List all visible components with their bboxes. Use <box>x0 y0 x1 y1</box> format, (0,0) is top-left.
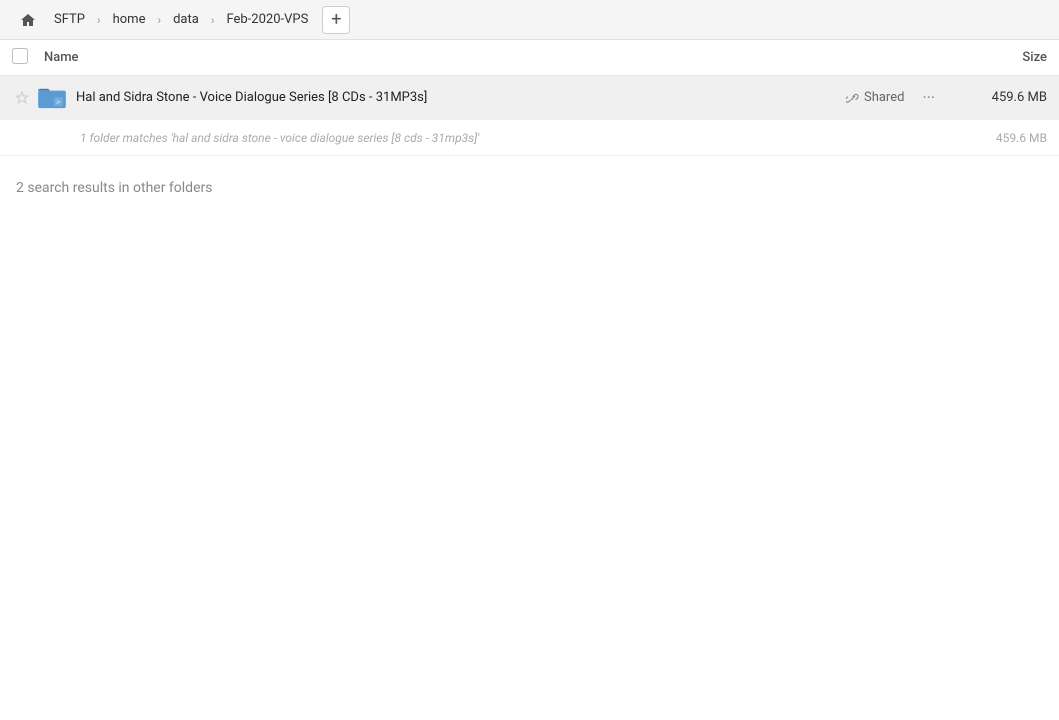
match-info-row: 1 folder matches 'hal and sidra stone - … <box>0 120 1059 156</box>
file-name[interactable]: Hal and Sidra Stone - Voice Dialogue Ser… <box>76 90 846 105</box>
breadcrumb-separator-3: › <box>209 13 217 27</box>
breadcrumb-separator-2: › <box>155 13 163 27</box>
more-options-button[interactable]: ··· <box>916 86 941 109</box>
breadcrumb-bar: SFTP › home › data › Feb-2020-VPS + <box>0 0 1059 40</box>
shared-label: Shared <box>864 90 904 105</box>
shared-badge: Shared <box>846 90 904 105</box>
column-header-row: Name Size <box>0 40 1059 76</box>
breadcrumb-sftp[interactable]: SFTP <box>44 4 95 36</box>
breadcrumb-separator-1: › <box>95 13 103 27</box>
breadcrumb-feb-2020-vps[interactable]: Feb-2020-VPS <box>216 4 318 36</box>
file-size: 459.6 MB <box>957 90 1047 105</box>
match-size: 459.6 MB <box>996 131 1047 145</box>
column-size-header: Size <box>947 50 1047 65</box>
star-icon <box>15 91 29 105</box>
select-all-checkbox[interactable] <box>12 48 28 64</box>
column-name-header: Name <box>44 50 947 65</box>
folder-icon <box>36 82 68 114</box>
home-icon <box>20 12 36 28</box>
match-text: 1 folder matches 'hal and sidra stone - … <box>80 131 996 145</box>
add-tab-button[interactable]: + <box>322 6 350 34</box>
link-icon <box>846 91 860 105</box>
folder-icon-svg <box>37 86 67 110</box>
header-checkbox-area[interactable] <box>12 48 36 68</box>
other-results-label: 2 search results in other folders <box>16 180 212 196</box>
breadcrumb-data[interactable]: data <box>163 4 209 36</box>
other-results-section: 2 search results in other folders <box>0 156 1059 204</box>
star-button[interactable] <box>12 91 32 105</box>
home-button[interactable] <box>12 4 44 36</box>
breadcrumb-home[interactable]: home <box>103 4 156 36</box>
file-row[interactable]: Hal and Sidra Stone - Voice Dialogue Ser… <box>0 76 1059 120</box>
